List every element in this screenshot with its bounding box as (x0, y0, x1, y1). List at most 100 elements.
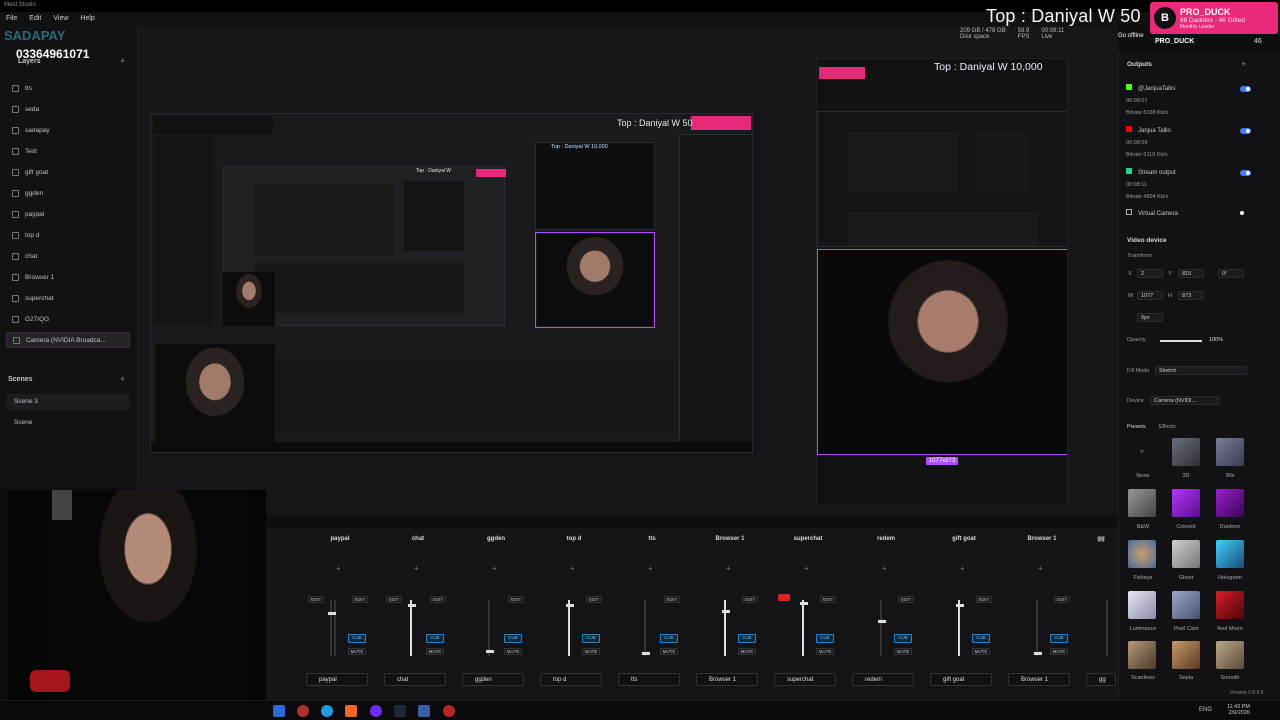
cue-button[interactable]: CUE (738, 634, 756, 643)
explorer-icon[interactable] (273, 705, 285, 717)
channel-name[interactable]: gg (1086, 673, 1116, 686)
cue-button[interactable]: CUE (1050, 634, 1068, 643)
cue-button[interactable]: CUE (426, 634, 444, 643)
menu-view[interactable]: View (53, 15, 68, 23)
add-output-icon[interactable]: + (1241, 59, 1246, 69)
preset-hologram[interactable] (1216, 540, 1244, 568)
layer-item[interactable]: paypal (6, 206, 130, 222)
x-field[interactable]: 2 (1137, 269, 1163, 278)
app-icon[interactable] (297, 705, 309, 717)
edit-button[interactable]: EDIT (352, 596, 368, 603)
volume-fader[interactable] (642, 652, 650, 655)
edit-button[interactable]: EDIT (430, 596, 446, 603)
volume-fader[interactable] (956, 604, 964, 607)
mute-button[interactable]: MUTE (348, 648, 366, 655)
edit-button[interactable]: EDIT (386, 596, 402, 603)
preset-none[interactable]: × (1128, 438, 1156, 466)
add-filter-icon[interactable]: + (726, 564, 731, 573)
edit-button[interactable]: EDIT (742, 596, 758, 603)
width-field[interactable]: 1077 (1137, 291, 1163, 300)
edit-button[interactable]: EDIT (1054, 596, 1070, 603)
output-toggle[interactable] (1240, 86, 1251, 92)
edit-button[interactable]: EDIT (664, 596, 680, 603)
steam-icon[interactable] (394, 705, 406, 717)
volume-fader[interactable] (722, 610, 730, 613)
mute-button[interactable]: MUTE (816, 648, 834, 655)
layer-item[interactable]: ggden (6, 185, 130, 201)
edit-button[interactable]: EDIT (508, 596, 524, 603)
mute-button[interactable]: MUTE (972, 648, 990, 655)
add-filter-icon[interactable]: + (336, 564, 341, 573)
layer-item[interactable]: sadapay (6, 122, 130, 138)
volume-fader[interactable] (1034, 652, 1042, 655)
menu-edit[interactable]: Edit (29, 15, 41, 23)
add-layer-icon[interactable]: + (120, 56, 125, 66)
channel-name[interactable]: redem (852, 673, 914, 686)
clock[interactable]: 11:43 PM 2/9/2026 (1227, 704, 1250, 716)
preset-sepia[interactable] (1172, 641, 1200, 669)
add-filter-icon[interactable]: + (804, 564, 809, 573)
output-toggle[interactable] (1240, 128, 1251, 134)
device-select[interactable]: Camera (NVIDI... (1150, 396, 1220, 405)
channel-name[interactable]: tts (618, 673, 680, 686)
height-field[interactable]: 873 (1178, 291, 1204, 300)
volume-fader[interactable] (408, 604, 416, 607)
menu-file[interactable]: File (6, 15, 17, 23)
output-toggle[interactable] (1240, 170, 1251, 176)
channel-name[interactable]: paypal (306, 673, 368, 686)
output-item[interactable]: @JanjuaTalks 00:08:07 Bitrate 5198 Kb/s (1126, 84, 1252, 116)
app-icon[interactable] (418, 705, 430, 717)
volume-fader[interactable] (878, 620, 886, 623)
meld-icon[interactable] (443, 705, 455, 717)
go-offline-button[interactable]: Go offline (1118, 33, 1154, 43)
cue-button[interactable]: CUE (504, 634, 522, 643)
layer-item[interactable]: Text (6, 143, 130, 159)
cue-button[interactable]: CUE (660, 634, 678, 643)
cue-button[interactable]: CUE (348, 634, 366, 643)
mute-button[interactable]: MUTE (582, 648, 600, 655)
layer-item[interactable]: tts (6, 80, 130, 96)
preset-90s[interactable] (1216, 438, 1244, 466)
layer-item[interactable]: Browser 1 (6, 269, 130, 285)
tab-presets[interactable]: Presets (1127, 424, 1146, 430)
volume-fader[interactable] (800, 602, 808, 605)
edit-button[interactable]: EDIT (976, 596, 992, 603)
edit-button[interactable]: EDIT (308, 596, 324, 603)
preset-scanlines[interactable] (1128, 641, 1156, 669)
brave-icon[interactable] (345, 705, 357, 717)
volume-fader[interactable] (328, 612, 336, 615)
cue-button[interactable]: CUE (972, 634, 990, 643)
edge-icon[interactable] (321, 705, 333, 717)
cue-button[interactable]: CUE (816, 634, 834, 643)
edit-button[interactable]: EDIT (898, 596, 914, 603)
add-filter-icon[interactable]: + (1038, 564, 1043, 573)
output-item[interactable]: Virtual Camera (1126, 209, 1252, 217)
mute-button[interactable]: MUTE (1050, 648, 1068, 655)
layer-item[interactable]: G27IQG (6, 311, 130, 327)
layer-item[interactable]: seda (6, 101, 130, 117)
preset-smooth[interactable] (1216, 641, 1244, 669)
volume-fader[interactable] (566, 604, 574, 607)
volume-fader[interactable] (486, 650, 494, 653)
mute-button[interactable]: MUTE (660, 648, 678, 655)
layer-item[interactable]: gift goat (6, 164, 130, 180)
mute-button[interactable]: MUTE (504, 648, 522, 655)
preset-ghost[interactable] (1172, 540, 1200, 568)
add-filter-icon[interactable]: + (882, 564, 887, 573)
edit-button[interactable]: EDIT (586, 596, 602, 603)
opacity-slider[interactable] (1160, 340, 1202, 342)
preset-fisheye[interactable] (1128, 540, 1156, 568)
menu-help[interactable]: Help (80, 15, 94, 23)
output-item[interactable]: Stream output 00:08:11 Bitrate 4894 Kb/s (1126, 168, 1252, 200)
output-item[interactable]: Janjua Talks 00:08:09 Bitrate 5110 Kb/s (1126, 126, 1252, 158)
add-filter-icon[interactable]: + (414, 564, 419, 573)
language-indicator[interactable]: ENG (1199, 707, 1212, 713)
rotation-field[interactable]: 0° (1218, 269, 1244, 278)
preset-bw[interactable] (1128, 489, 1156, 517)
preset-pixel-cam[interactable] (1172, 591, 1200, 619)
layer-item[interactable]: top d (6, 227, 130, 243)
discord-icon[interactable] (370, 705, 382, 717)
layer-item[interactable]: superchat (6, 290, 130, 306)
preset-3d[interactable] (1172, 438, 1200, 466)
cue-button[interactable]: CUE (582, 634, 600, 643)
